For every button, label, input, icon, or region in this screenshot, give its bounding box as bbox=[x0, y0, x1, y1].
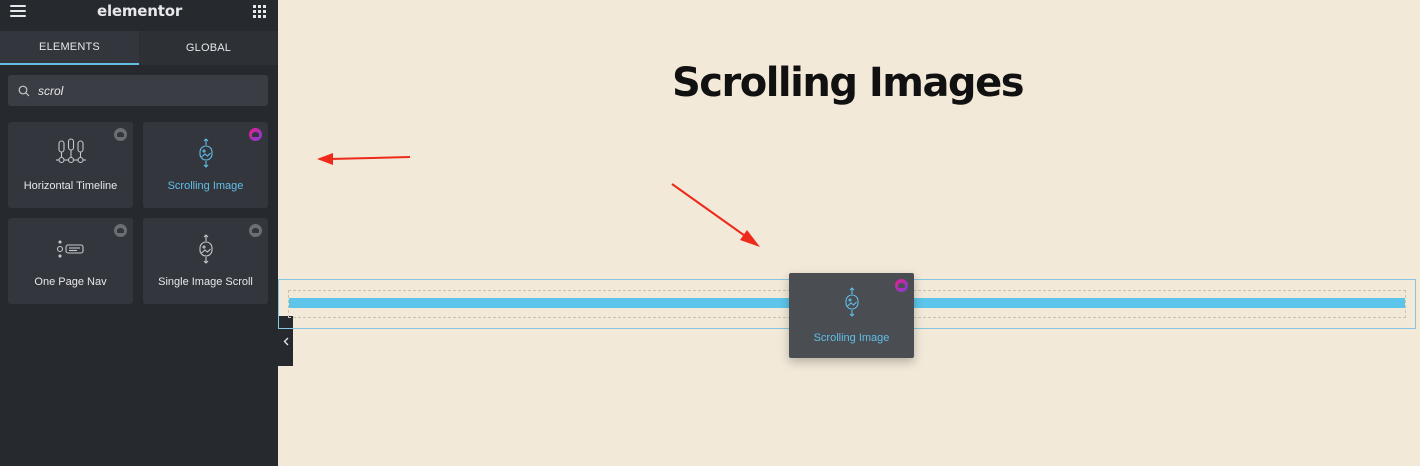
tab-elements[interactable]: ELEMENTS bbox=[0, 31, 139, 65]
widget-label: Scrolling Image bbox=[167, 180, 244, 192]
single-image-scroll-icon bbox=[197, 234, 215, 264]
pro-badge-icon bbox=[249, 224, 262, 237]
pro-badge-icon bbox=[895, 279, 908, 292]
widget-label: Horizontal Timeline bbox=[23, 180, 118, 192]
arrow-down-right-icon bbox=[671, 183, 760, 247]
chevron-left-icon bbox=[283, 337, 288, 345]
panel-tabs: ELEMENTS GLOBAL bbox=[0, 31, 278, 65]
widget-scrolling-image[interactable]: Scrolling Image bbox=[143, 122, 268, 208]
widget-search bbox=[8, 75, 268, 106]
pro-badge-icon bbox=[114, 128, 127, 141]
page-heading: Scrolling Images bbox=[671, 60, 1025, 106]
elementor-logo: elementor bbox=[96, 2, 183, 20]
tab-global[interactable]: GLOBAL bbox=[139, 31, 278, 65]
pro-badge-icon bbox=[114, 224, 127, 237]
widget-one-page-nav[interactable]: One Page Nav bbox=[8, 218, 133, 304]
arrow-left-icon bbox=[317, 153, 411, 165]
menu-icon[interactable] bbox=[10, 5, 26, 17]
widget-single-image-scroll[interactable]: Single Image Scroll bbox=[143, 218, 268, 304]
widget-horizontal-timeline[interactable]: Horizontal Timeline bbox=[8, 122, 133, 208]
search-icon bbox=[18, 85, 30, 96]
widget-label: Scrolling Image bbox=[813, 332, 890, 344]
timeline-icon bbox=[55, 138, 87, 168]
apps-grid-icon[interactable] bbox=[252, 4, 266, 18]
panel-header: elementor bbox=[0, 0, 278, 22]
one-page-nav-icon bbox=[55, 234, 87, 264]
scrolling-image-icon bbox=[843, 287, 861, 322]
widget-label: One Page Nav bbox=[34, 276, 107, 288]
search-input[interactable] bbox=[38, 83, 238, 98]
scrolling-image-icon bbox=[197, 138, 215, 168]
widget-label: Single Image Scroll bbox=[158, 276, 253, 288]
pro-badge-icon bbox=[249, 128, 262, 141]
dragged-widget[interactable]: Scrolling Image bbox=[789, 273, 914, 358]
